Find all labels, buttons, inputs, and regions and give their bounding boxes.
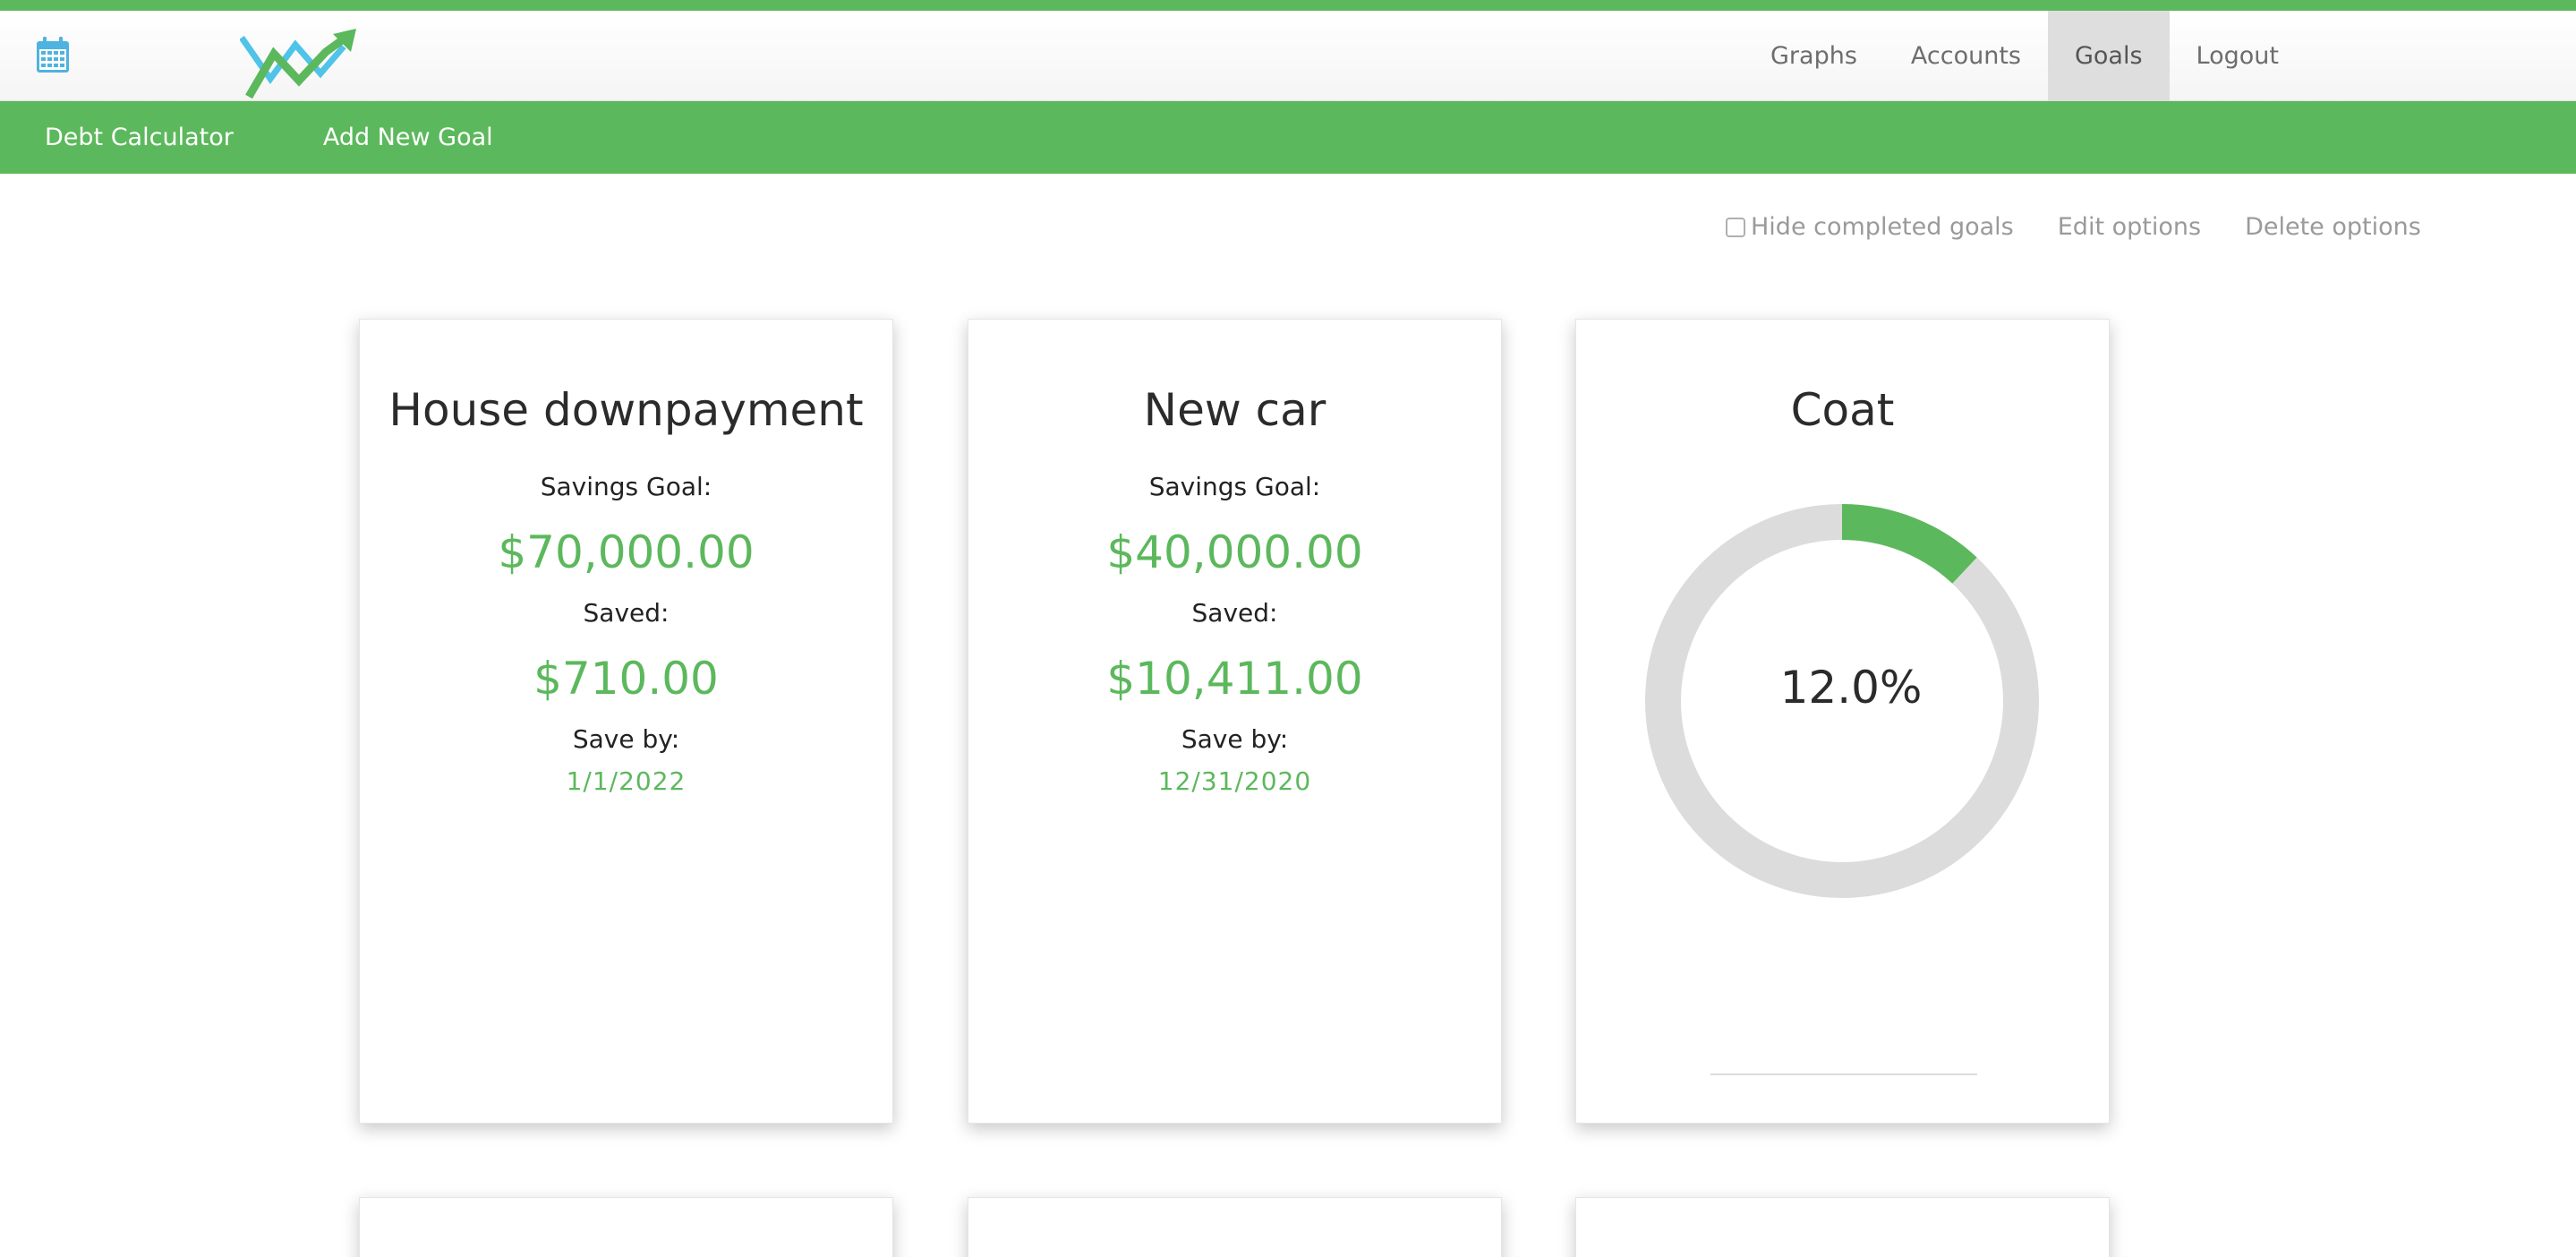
nav-accounts[interactable]: Accounts (1884, 11, 2048, 101)
progress-percent-wrap: 12.0% (1643, 502, 2041, 900)
goal-options-bar: Hide completed goals Edit options Delete… (1726, 213, 2421, 241)
debt-calculator-link[interactable]: Debt Calculator (0, 124, 278, 151)
goal-card[interactable] (359, 1197, 893, 1257)
calendar-icon[interactable] (36, 36, 70, 73)
progress-percent: 12.0% (1779, 662, 1923, 714)
hide-completed-label[interactable]: Hide completed goals (1751, 213, 2014, 241)
hide-completed-checkbox[interactable] (1726, 217, 1745, 237)
goal-title: Coat (1790, 384, 1895, 436)
goal-card[interactable] (968, 1197, 1502, 1257)
delete-options-link[interactable]: Delete options (2245, 213, 2421, 241)
app-logo[interactable] (240, 27, 358, 98)
progress-donut: 12.0% (1643, 502, 2041, 900)
nav-goals[interactable]: Goals (2047, 11, 2170, 101)
nav-graphs[interactable]: Graphs (1744, 11, 1884, 101)
saved-label: Saved: (583, 598, 670, 628)
saved-amount: $710.00 (533, 653, 719, 705)
goal-card[interactable]: House downpayment Savings Goal: $70,000.… (359, 319, 893, 1124)
savings-goal-label: Savings Goal: (1148, 472, 1321, 501)
goal-card[interactable]: New car Savings Goal: $40,000.00 Saved: … (968, 319, 1502, 1124)
sub-navbar: Debt Calculator Add New Goal (0, 101, 2576, 174)
top-navbar: Graphs Accounts Goals Logout (0, 11, 2576, 101)
saved-label: Saved: (1191, 598, 1278, 628)
card-divider (1710, 1073, 1977, 1075)
save-by-date: 12/31/2020 (1157, 766, 1312, 796)
savings-goal-amount: $70,000.00 (498, 526, 755, 578)
goal-card[interactable] (1575, 1197, 2110, 1257)
top-accent-bar (0, 0, 2576, 11)
save-by-date: 1/1/2022 (566, 766, 687, 796)
nav-logout[interactable]: Logout (2170, 11, 2306, 101)
goal-title: New car (1143, 384, 1326, 436)
main-nav: Graphs Accounts Goals Logout (1744, 11, 2576, 101)
goal-card[interactable]: Coat 12.0% (1575, 319, 2110, 1124)
goal-title: House downpayment (388, 384, 864, 436)
savings-goal-label: Savings Goal: (540, 472, 712, 501)
savings-goal-amount: $40,000.00 (1106, 526, 1363, 578)
add-new-goal-link[interactable]: Add New Goal (278, 124, 538, 151)
edit-options-link[interactable]: Edit options (2058, 213, 2201, 241)
save-by-label: Save by: (572, 724, 680, 754)
saved-amount: $10,411.00 (1106, 653, 1363, 705)
save-by-label: Save by: (1181, 724, 1289, 754)
